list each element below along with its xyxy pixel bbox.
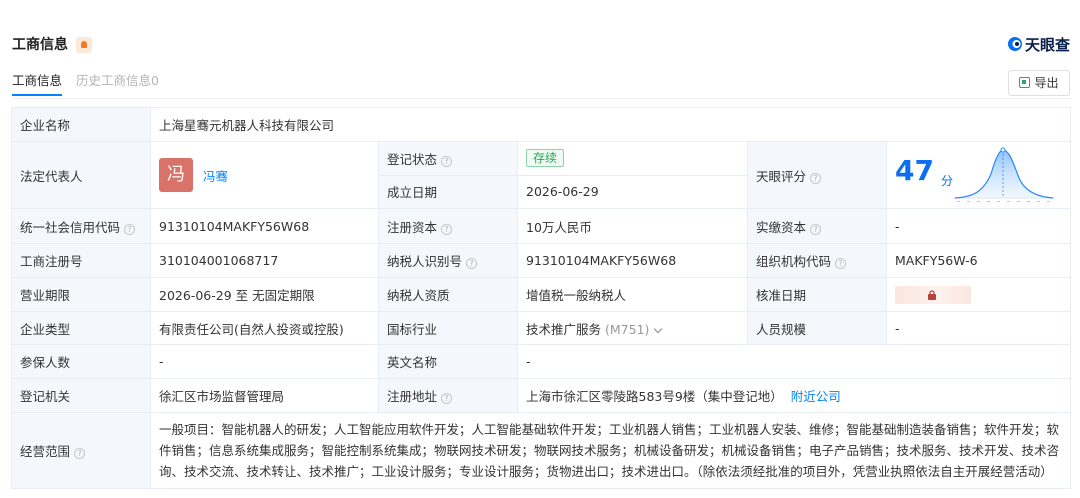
section-header: 工商信息 天眼查 xyxy=(12,34,1070,56)
section-title: 工商信息 xyxy=(12,37,68,53)
label-reg-capital: 注册资本? xyxy=(378,208,518,244)
value-reg-number: 310104001068717 xyxy=(150,243,379,278)
value-business-scope: 一般项目：智能机器人的研发；人工智能应用软件开发；人工智能基础软件开发；工业机器… xyxy=(149,412,1072,489)
label-staff-size: 人员规模 xyxy=(747,311,887,345)
help-icon[interactable]: ? xyxy=(74,448,86,459)
label-business-scope-text: 经营范围 xyxy=(20,444,71,459)
value-credit-code: 91310104MAKFY56W68 xyxy=(150,208,379,244)
label-org-code-text: 组织机构代码 xyxy=(756,254,832,269)
value-reg-authority: 徐汇区市场监督管理局 xyxy=(150,378,379,413)
export-icon xyxy=(1019,77,1031,88)
value-company-type: 有限责任公司(自然人投资或控股) xyxy=(150,311,379,345)
help-icon[interactable]: ? xyxy=(810,172,822,184)
value-taxpayer-qual: 增值税一般纳税人 xyxy=(517,277,748,312)
industry-code: (M751) xyxy=(605,321,650,337)
value-business-term: 2026-06-29 至 无固定期限 xyxy=(150,277,379,312)
brand-logo: 天眼查 xyxy=(1007,34,1070,56)
table-row: 企业类型 有限责任公司(自然人投资或控股) 国标行业 技术推广服务 (M751)… xyxy=(11,311,1072,345)
table-row: 营业期限 2026-06-29 至 无固定期限 纳税人资质 增值税一般纳税人 核… xyxy=(11,277,1072,312)
help-icon[interactable]: ? xyxy=(441,393,453,404)
score-distribution-chart xyxy=(953,147,1055,202)
value-org-code: MAKFY56W-6 xyxy=(885,243,1072,278)
table-row: 参保人数 - 英文名称 - xyxy=(11,344,1072,379)
tab-history-business-info[interactable]: 历史工商信息0 xyxy=(76,72,159,90)
legal-rep-link[interactable]: 冯骞 xyxy=(203,169,228,184)
label-company-name: 企业名称 xyxy=(11,107,151,142)
label-taxpayer-qual: 纳税人资质 xyxy=(378,277,518,312)
label-business-scope: 经营范围? xyxy=(11,412,151,489)
table-row: 登记机关 徐汇区市场监督管理局 注册地址? 上海市徐汇区零陵路583号9楼（集中… xyxy=(11,378,1072,413)
label-english-name: 英文名称 xyxy=(378,344,518,379)
value-taxpayer-id: 91310104MAKFY56W68 xyxy=(517,243,748,278)
label-reg-authority: 登记机关 xyxy=(11,378,151,413)
table-row: 企业名称 上海星骞元机器人科技有限公司 xyxy=(11,107,1072,142)
help-icon[interactable]: ? xyxy=(835,258,847,269)
table-row: 统一社会信用代码? 91310104MAKFY56W68 注册资本? 10万人民… xyxy=(11,208,1072,244)
help-icon[interactable]: ? xyxy=(466,258,478,269)
export-label: 导出 xyxy=(1034,76,1059,90)
label-tianyan-score: 天眼评分? xyxy=(747,141,887,209)
label-paid-capital: 实缴资本? xyxy=(747,208,887,244)
label-approval-date: 核准日期 xyxy=(747,277,887,312)
avatar: 冯 xyxy=(159,158,193,192)
help-icon[interactable]: ? xyxy=(441,155,453,167)
label-credit-code-text: 统一社会信用代码 xyxy=(20,219,121,235)
label-company-type: 企业类型 xyxy=(11,311,151,345)
label-legal-rep: 法定代表人 xyxy=(11,141,151,209)
label-established: 成立日期 xyxy=(378,174,518,209)
industry-name: 技术推广服务 xyxy=(526,321,602,337)
table-row: 工商注册号 310104001068717 纳税人识别号? 91310104MA… xyxy=(11,243,1072,278)
value-established: 2026-06-29 xyxy=(517,174,748,209)
value-legal-rep: 冯 冯骞 xyxy=(150,141,379,209)
label-credit-code: 统一社会信用代码? xyxy=(11,208,151,244)
tab-divider xyxy=(12,98,1070,99)
reg-address-text: 上海市徐汇区零陵路583号9楼（集中登记地） xyxy=(526,389,783,404)
value-reg-status: 存续 xyxy=(517,141,748,176)
label-business-term: 营业期限 xyxy=(11,277,151,312)
label-reg-address: 注册地址? xyxy=(378,378,518,413)
brand-name: 天眼查 xyxy=(1024,36,1070,54)
value-staff-size: - xyxy=(885,311,1072,345)
value-approval-date xyxy=(885,277,1072,312)
value-paid-capital: - xyxy=(885,208,1072,244)
table-row: 法定代表人 冯 冯骞 登记状态? 存续 天眼评分? 47 分 xyxy=(11,141,1072,209)
score-number: 47 xyxy=(895,154,934,187)
masked-value[interactable] xyxy=(895,285,971,304)
nearby-companies-link[interactable]: 附近公司 xyxy=(791,389,841,404)
lock-icon xyxy=(928,289,936,300)
value-reg-capital: 10万人民币 xyxy=(517,208,748,244)
label-org-code: 组织机构代码? xyxy=(747,243,887,278)
label-taxpayer-id: 纳税人识别号? xyxy=(378,243,518,278)
pro-badge-icon xyxy=(76,37,92,53)
help-icon[interactable]: ? xyxy=(441,223,453,235)
value-industry[interactable]: 技术推广服务 (M751) xyxy=(517,311,748,345)
value-english-name: - xyxy=(516,344,1072,379)
label-insured: 参保人数 xyxy=(11,344,151,379)
label-reg-status-text: 登记状态 xyxy=(387,151,438,167)
help-icon[interactable]: ? xyxy=(810,223,822,235)
label-paid-capital-text: 实缴资本 xyxy=(756,219,807,235)
export-button[interactable]: 导出 xyxy=(1008,70,1070,96)
value-reg-address: 上海市徐汇区零陵路583号9楼（集中登记地） 附近公司 xyxy=(516,378,1072,413)
label-reg-address-text: 注册地址 xyxy=(387,389,438,404)
label-reg-status: 登记状态? xyxy=(378,141,518,176)
label-reg-number: 工商注册号 xyxy=(11,243,151,278)
help-icon[interactable]: ? xyxy=(124,223,136,235)
business-info-table: 企业名称 上海星骞元机器人科技有限公司 法定代表人 冯 冯骞 登记状态? 存续 … xyxy=(11,107,1072,489)
value-company-name: 上海星骞元机器人科技有限公司 xyxy=(149,107,1072,142)
status-badge: 存续 xyxy=(526,149,565,168)
tab-business-info[interactable]: 工商信息 xyxy=(12,72,63,96)
label-reg-capital-text: 注册资本 xyxy=(387,219,438,235)
value-tianyan-score[interactable]: 47 分 xyxy=(885,141,1072,209)
tianyancha-logo-icon xyxy=(1007,37,1022,51)
score-unit: 分 xyxy=(941,174,954,188)
value-insured: - xyxy=(150,344,379,379)
label-industry: 国标行业 xyxy=(378,311,518,345)
table-row: 经营范围? 一般项目：智能机器人的研发；人工智能应用软件开发；人工智能基础软件开… xyxy=(11,412,1072,489)
chevron-down-icon[interactable] xyxy=(654,324,663,333)
label-taxpayer-id-text: 纳税人识别号 xyxy=(387,254,463,269)
label-tianyan-score-text: 天眼评分 xyxy=(756,168,807,184)
